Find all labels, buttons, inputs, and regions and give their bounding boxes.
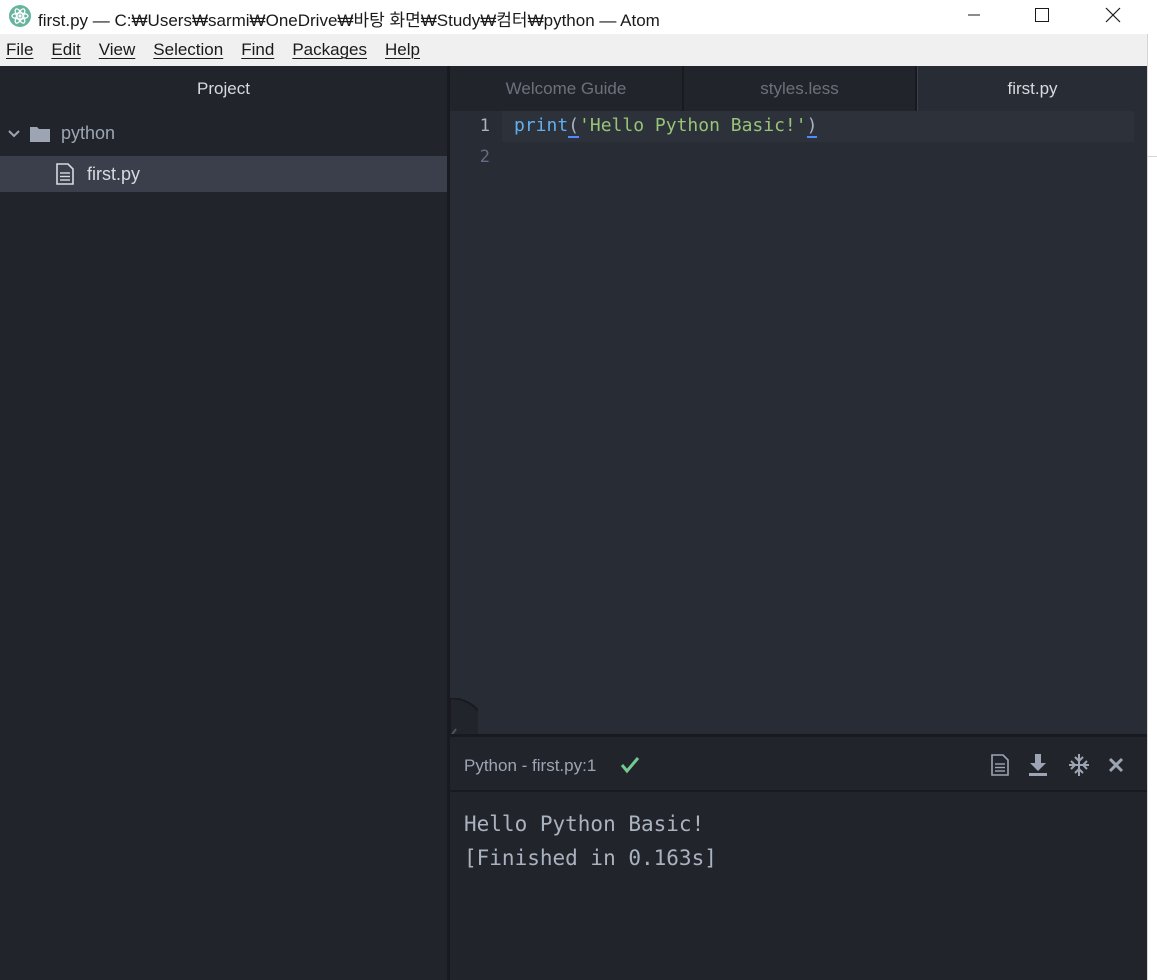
menu-view[interactable]: View bbox=[99, 40, 136, 60]
close-icon bbox=[1105, 7, 1121, 23]
output-panel-title: Python - first.py:1 bbox=[464, 756, 597, 775]
menu-packages[interactable]: Packages bbox=[292, 40, 367, 60]
pin-panel-button[interactable] bbox=[1066, 751, 1092, 779]
menu-bar: File Edit View Selection Find Packages H… bbox=[0, 34, 1147, 66]
file-name: first.py bbox=[87, 164, 141, 184]
close-icon bbox=[1108, 757, 1124, 773]
maximize-button[interactable] bbox=[1007, 0, 1077, 30]
output-line: Hello Python Basic! bbox=[464, 812, 705, 836]
folder-icon bbox=[30, 127, 50, 142]
minimize-button[interactable] bbox=[939, 0, 1009, 30]
menu-edit[interactable]: Edit bbox=[51, 40, 80, 60]
close-panel-button[interactable] bbox=[1103, 751, 1129, 779]
code-string: 'Hello Python Basic!' bbox=[579, 115, 807, 136]
line-number: 1 bbox=[479, 116, 490, 136]
title-bar: first.py — C:₩Users₩sarmi₩OneDrive₩바탕 화면… bbox=[0, 0, 1157, 34]
folder-name: python bbox=[61, 123, 116, 143]
minimize-icon bbox=[968, 14, 980, 16]
project-panel-title: Project bbox=[197, 79, 250, 98]
window-title: first.py — C:₩Users₩sarmi₩OneDrive₩바탕 화면… bbox=[38, 11, 660, 30]
code-editor[interactable]: 1 2 print('Hello Python Basic!') bbox=[450, 111, 1147, 736]
output-panel-header: Python - first.py:1 bbox=[450, 737, 1147, 792]
maximize-icon bbox=[1035, 8, 1049, 22]
close-window-button[interactable] bbox=[1078, 0, 1148, 30]
atom-logo-icon bbox=[9, 5, 31, 27]
output-panel-body: Hello Python Basic! [Finished in 0.163s] bbox=[450, 792, 1147, 980]
menu-selection[interactable]: Selection bbox=[153, 40, 223, 60]
window-edge bbox=[1147, 34, 1157, 980]
tab-first-py[interactable]: first.py bbox=[917, 66, 1147, 111]
tree-folder-python[interactable]: python bbox=[0, 116, 447, 152]
save-output-button[interactable] bbox=[1025, 751, 1051, 779]
code-close-paren: ) bbox=[806, 115, 818, 138]
menu-find[interactable]: Find bbox=[241, 40, 274, 60]
code-function: print bbox=[514, 115, 569, 136]
file-text-icon bbox=[56, 163, 74, 185]
file-icon bbox=[991, 754, 1009, 776]
menu-file[interactable]: File bbox=[6, 40, 33, 60]
tab-bar: Welcome Guide styles.less first.py bbox=[450, 66, 1147, 111]
chevron-down-icon[interactable] bbox=[8, 129, 20, 139]
tree-file-first-py[interactable]: first.py bbox=[0, 156, 447, 192]
copy-output-button[interactable] bbox=[987, 751, 1013, 779]
code-line[interactable]: print('Hello Python Basic!') bbox=[514, 115, 818, 138]
project-tree-view: Project python first.py bbox=[0, 66, 447, 980]
check-icon bbox=[620, 757, 640, 774]
menu-help[interactable]: Help bbox=[385, 40, 420, 60]
output-line: [Finished in 0.163s] bbox=[464, 846, 717, 870]
tab-styles-less[interactable]: styles.less bbox=[684, 66, 917, 111]
download-icon bbox=[1029, 754, 1047, 776]
code-open-paren: ( bbox=[568, 115, 580, 138]
line-number: 2 bbox=[479, 147, 490, 167]
pin-icon bbox=[1069, 754, 1089, 776]
tab-welcome-guide[interactable]: Welcome Guide bbox=[450, 66, 684, 111]
